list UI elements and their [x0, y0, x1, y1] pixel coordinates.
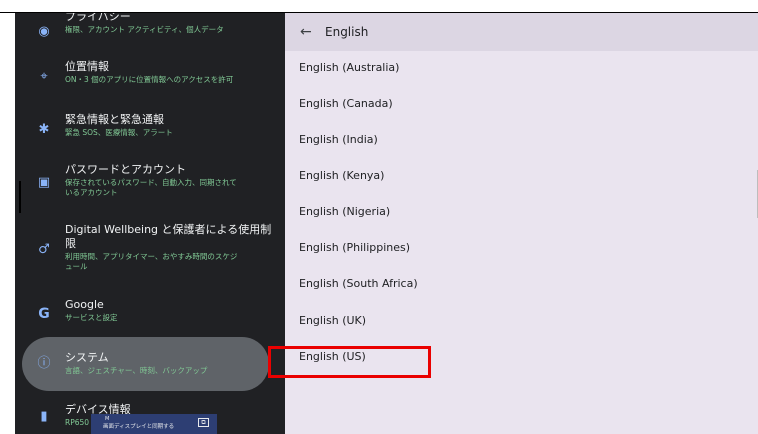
setting-subtitle: サービスと設定	[65, 313, 118, 322]
setting-item-digital-wellbeing[interactable]: ♂ Digital Wellbeing と保護者による使用制 限 利用時間、アプ…	[15, 218, 285, 288]
setting-item-privacy[interactable]: ◉ プライバシー 権限、アカウント アクティビティ、個人データ	[15, 13, 285, 44]
toast-top-text: M	[105, 416, 110, 422]
wellbeing-icon: ♂	[38, 241, 50, 257]
language-label: English (Canada)	[299, 97, 393, 110]
setting-subtitle-line2: いるアカウント	[65, 188, 118, 197]
system-icon: ⓘ	[37, 355, 51, 371]
back-arrow-icon[interactable]: ←	[300, 23, 316, 41]
language-label: English (South Africa)	[299, 277, 418, 290]
password-icon: ▣	[37, 174, 51, 190]
setting-title: パスワードとアカウント	[65, 163, 186, 176]
settings-sidebar: ◉ プライバシー 権限、アカウント アクティビティ、個人データ ⌖ 位置情報 O…	[15, 13, 285, 434]
location-icon: ⌖	[40, 68, 48, 84]
language-label: English (Kenya)	[299, 169, 385, 182]
setting-title: 位置情報	[65, 60, 109, 73]
device-info-icon: ▮	[40, 408, 48, 424]
screenshot-frame: ◉ プライバシー 権限、アカウント アクティビティ、個人データ ⌖ 位置情報 O…	[0, 0, 758, 434]
setting-item-emergency[interactable]: ✱ 緊急情報と緊急通報 緊急 SOS、医療情報、アラート	[15, 104, 285, 142]
setting-title-line2: 限	[65, 237, 76, 250]
language-option[interactable]: English (Australia)	[285, 51, 758, 87]
setting-title: 緊急情報と緊急通報	[65, 113, 164, 126]
setting-title: システム	[65, 351, 109, 364]
language-option[interactable]: English (South Africa)	[285, 267, 758, 303]
language-option[interactable]: English (Philippines)	[285, 231, 758, 267]
setting-subtitle: ON・3 個のアプリに位置情報へのアクセスを許可	[65, 75, 234, 84]
toast-label: 画面ディスプレイと同期する	[103, 424, 175, 430]
setting-subtitle: 緊急 SOS、医療情報、アラート	[65, 128, 173, 137]
language-option[interactable]: English (UK)	[285, 304, 758, 340]
setting-subtitle: 利用時間、アプリタイマー、おやすみ時間のスケジ	[65, 252, 238, 261]
setting-item-google[interactable]: G Google サービスと設定	[15, 293, 285, 331]
setting-title: Digital Wellbeing と保護者による使用制	[65, 223, 272, 236]
setting-subtitle: 保存されているパスワード、自動入力、同期されて	[65, 178, 237, 187]
language-label: English (Philippines)	[299, 241, 411, 254]
setting-subtitle-line2: ュール	[65, 262, 88, 271]
setting-title: Google	[65, 298, 104, 311]
setting-item-location[interactable]: ⌖ 位置情報 ON・3 個のアプリに位置情報へのアクセスを許可	[15, 51, 285, 89]
display-sync-toast[interactable]: M 画面ディスプレイと同期する ⧉	[91, 414, 217, 434]
google-icon: G	[38, 306, 50, 322]
setting-item-system[interactable]: ⓘ システム 言語、ジェスチャー、時刻、バックアップ	[15, 337, 285, 391]
language-label: English (Nigeria)	[299, 205, 391, 218]
setting-subtitle: 言語、ジェスチャー、時刻、バックアップ	[65, 366, 208, 375]
panel-title: English	[325, 25, 369, 39]
language-label: English (India)	[299, 133, 378, 146]
panel-header: ← English	[285, 13, 758, 51]
language-option[interactable]: English (Canada)	[285, 87, 758, 123]
language-label: English (Australia)	[299, 61, 400, 74]
screen-icon: ⧉	[198, 418, 209, 427]
highlight-annotation	[268, 346, 431, 378]
emergency-icon: ✱	[38, 121, 50, 137]
setting-item-password[interactable]: ▣ パスワードとアカウント 保存されているパスワード、自動入力、同期されて いる…	[15, 157, 285, 205]
privacy-icon: ◉	[38, 23, 50, 39]
language-option[interactable]: English (India)	[285, 123, 758, 159]
language-option[interactable]: English (Nigeria)	[285, 195, 758, 231]
scroll-indicator[interactable]	[19, 181, 21, 213]
language-label: English (UK)	[299, 314, 367, 327]
setting-title: プライバシー	[65, 13, 131, 23]
language-option[interactable]: English (Kenya)	[285, 159, 758, 195]
setting-subtitle: 権限、アカウント アクティビティ、個人データ	[65, 25, 224, 34]
